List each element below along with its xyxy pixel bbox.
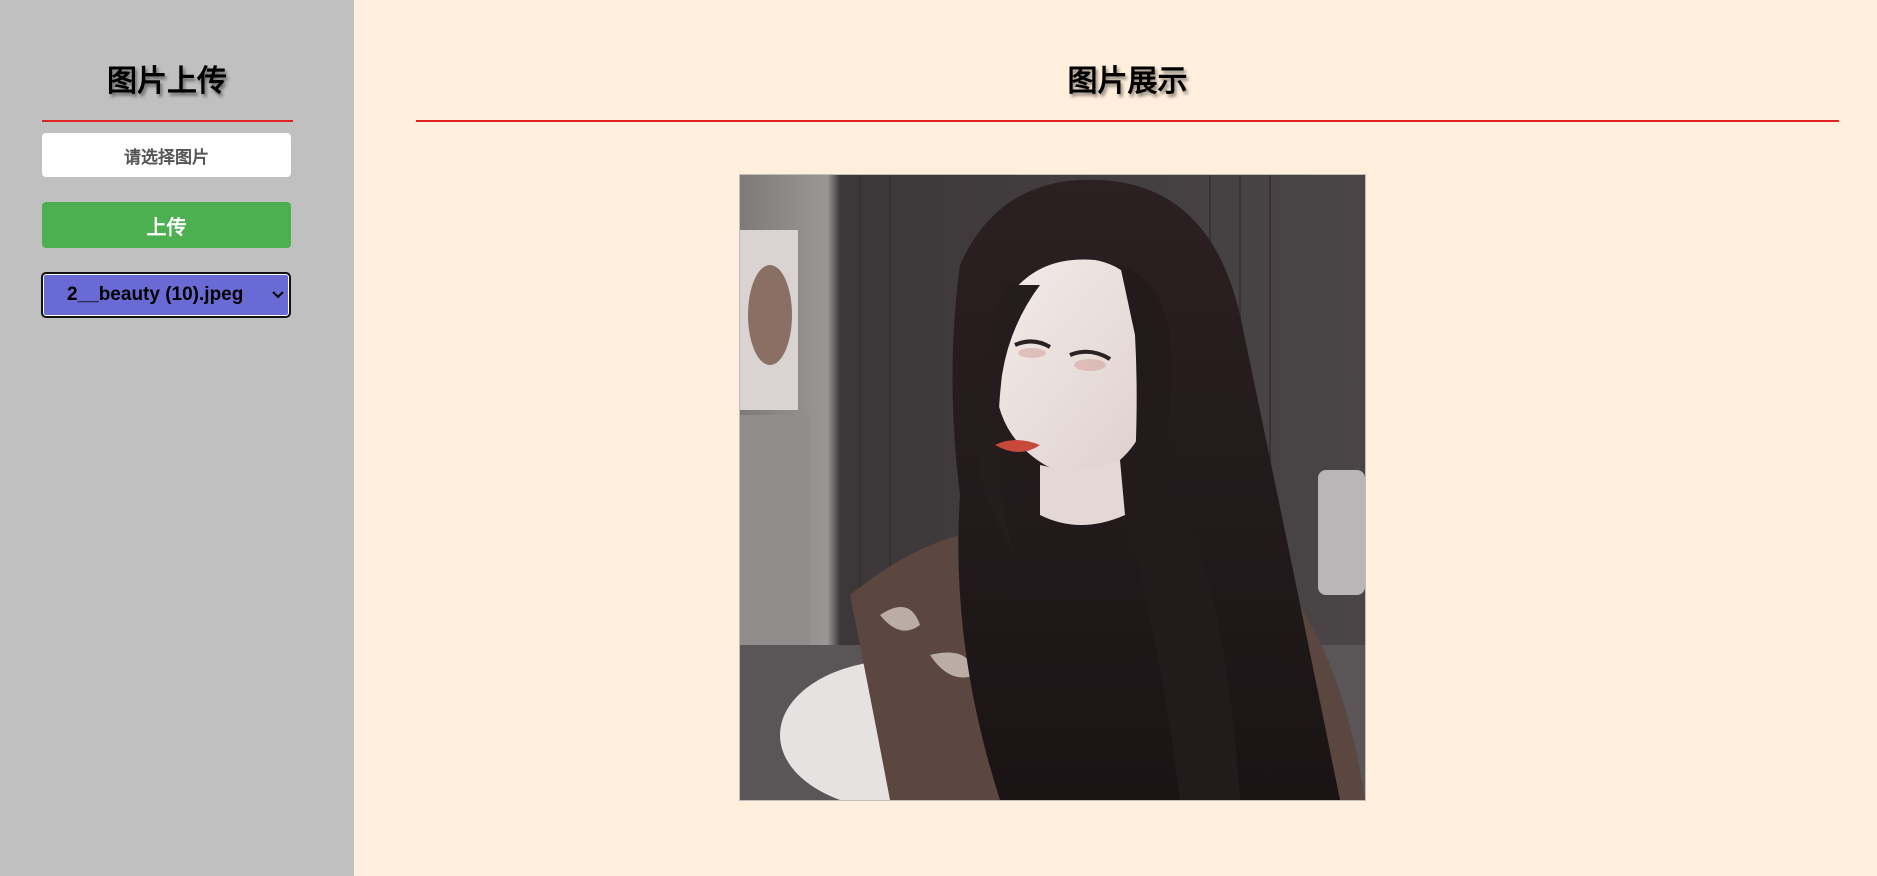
image-select-dropdown[interactable]: 2__beauty (10).jpeg: [41, 272, 291, 318]
main-divider: [416, 120, 1839, 122]
sidebar-title: 图片上传: [107, 65, 227, 98]
upload-sidebar: 图片上传 请选择图片 上传 2__beauty (10).jpeg: [0, 0, 354, 876]
chevron-down-icon: [267, 274, 289, 316]
upload-button[interactable]: 上传: [42, 202, 291, 248]
display-area: 图片展示: [354, 0, 1877, 876]
sidebar-divider: [42, 120, 293, 122]
app-window: 图片上传 请选择图片 上传 2__beauty (10).jpeg 图片展示: [0, 0, 1877, 876]
displayed-photo: [739, 174, 1366, 801]
choose-image-button[interactable]: 请选择图片: [42, 133, 291, 177]
main-title: 图片展示: [1067, 65, 1188, 98]
image-select-value: 2__beauty (10).jpeg: [67, 284, 244, 305]
